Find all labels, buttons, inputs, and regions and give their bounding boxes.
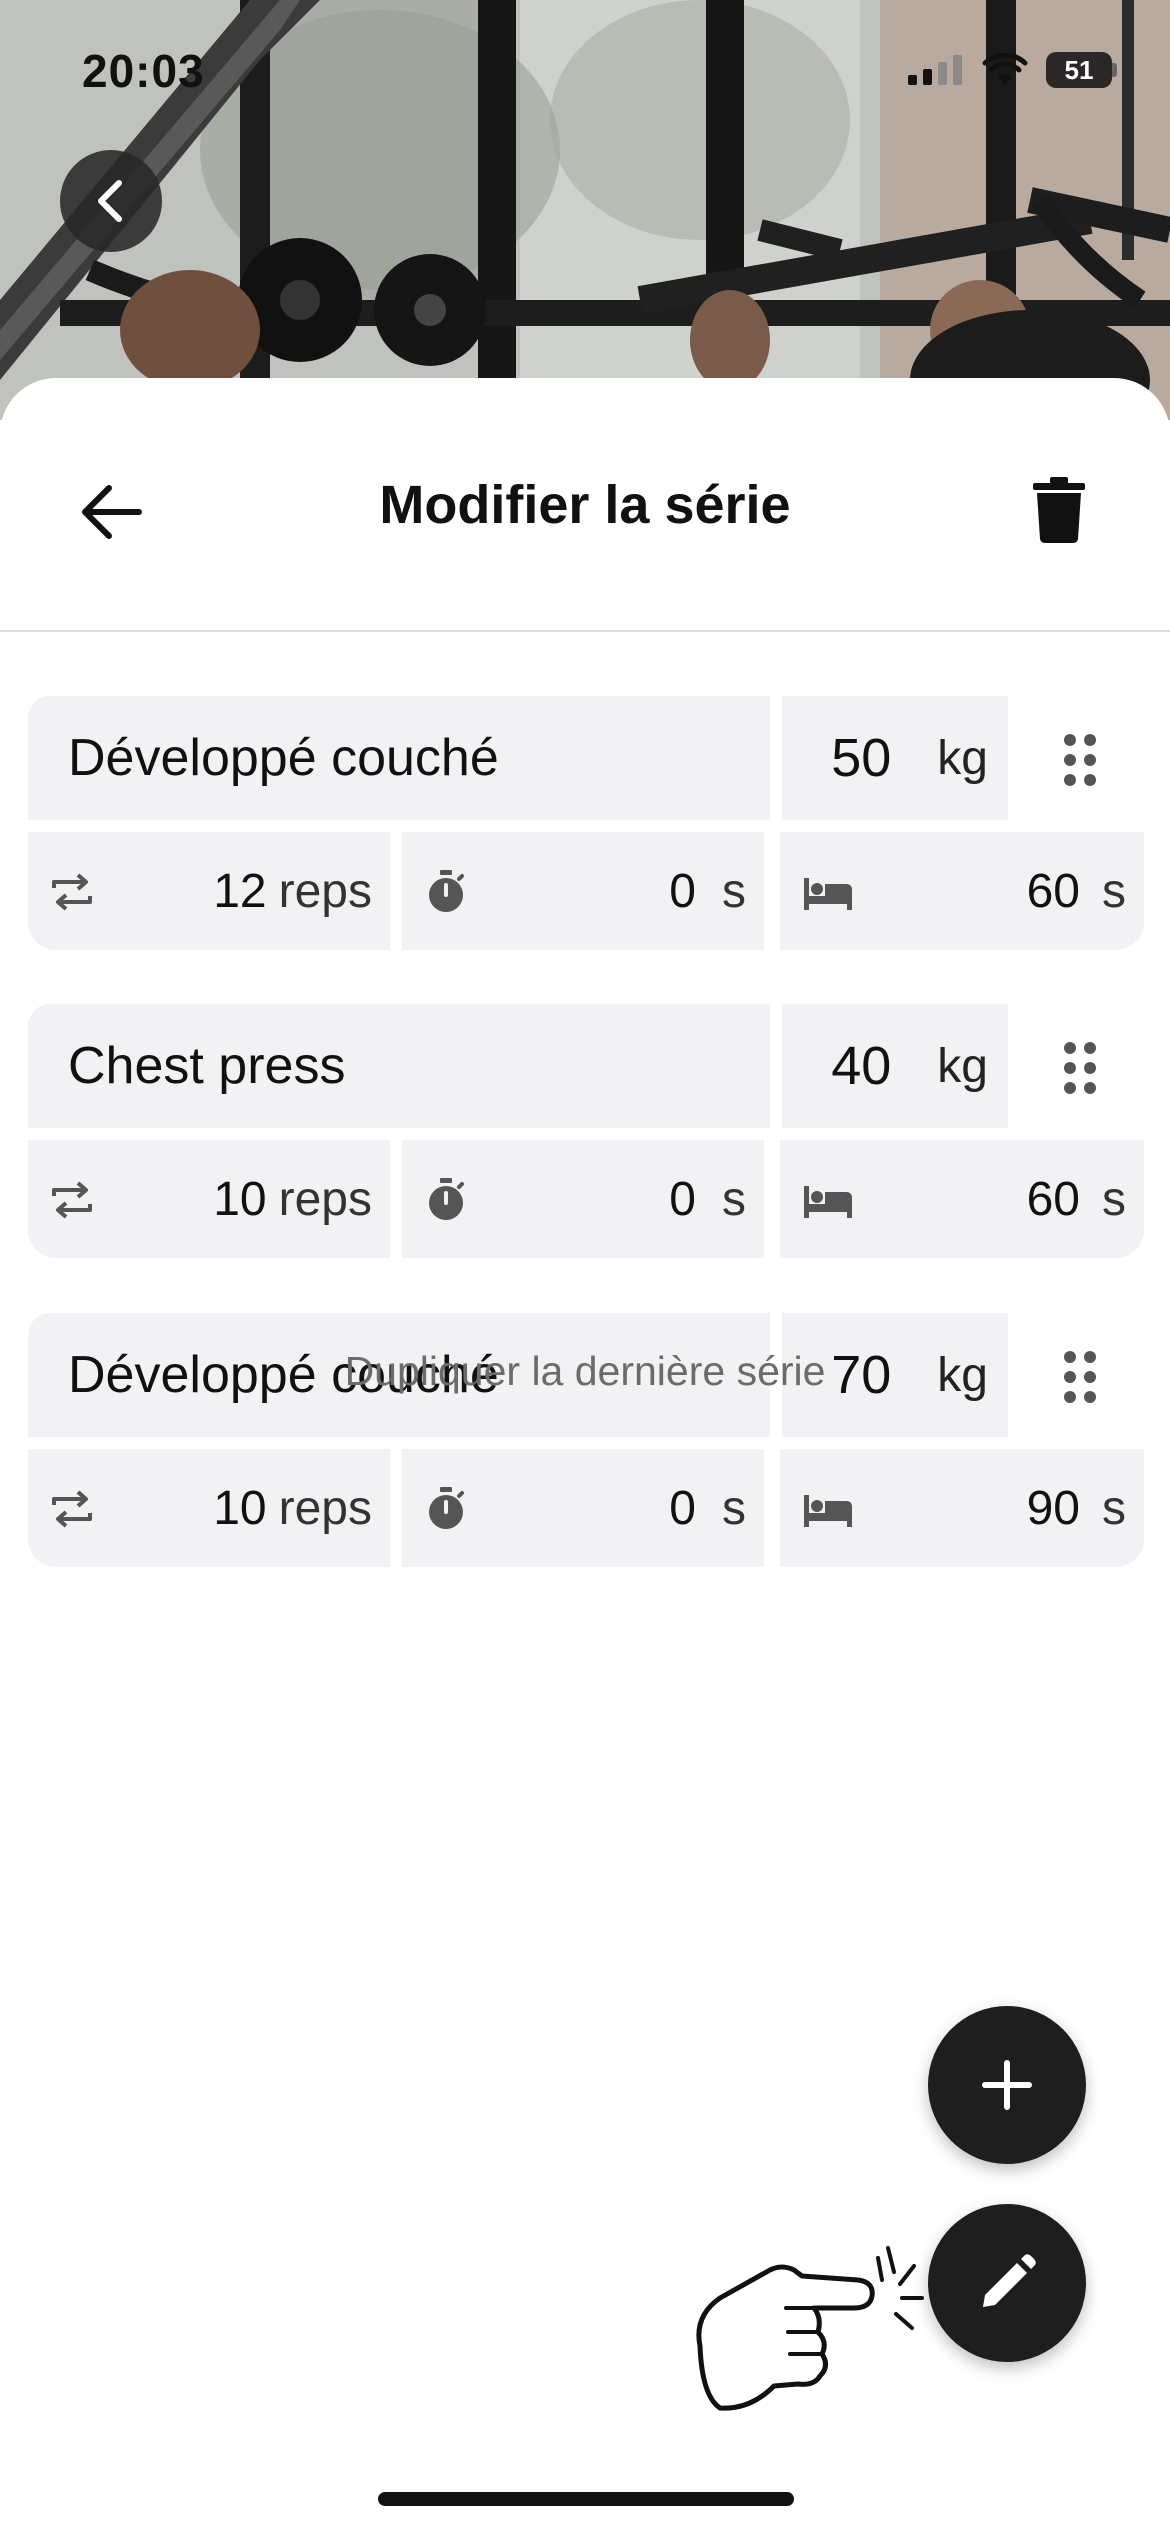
repeat-icon — [52, 873, 92, 911]
duration-field[interactable]: 0 s — [402, 1449, 764, 1567]
bed-icon — [804, 878, 852, 910]
weight-value: 40 — [831, 1036, 892, 1096]
tap-hand-icon — [696, 2246, 924, 2411]
battery-level: 51 — [1064, 55, 1094, 85]
exercise-card: Chest press 40 kg 10 reps 0 s 60 s — [28, 1004, 1144, 1258]
duration-unit: s — [722, 1481, 746, 1535]
reps-value: 10 — [213, 1481, 267, 1535]
duration-value: 0 — [669, 1481, 696, 1535]
home-indicator — [378, 2492, 794, 2506]
page-title: Modifier la série — [379, 475, 791, 535]
reps-unit: reps — [278, 1172, 372, 1226]
reps-unit: reps — [278, 864, 372, 918]
exercise-name: Chest press — [68, 1037, 346, 1095]
rest-value: 60 — [1026, 864, 1080, 918]
delete-button[interactable] — [1024, 468, 1094, 552]
duration-unit: s — [722, 864, 746, 918]
reps-field[interactable]: 12 reps — [28, 832, 390, 950]
reps-unit: reps — [278, 1481, 372, 1535]
weight-field[interactable]: 40 kg — [782, 1004, 1008, 1128]
trash-icon — [1033, 477, 1085, 543]
weight-unit: kg — [937, 731, 988, 785]
chevron-left-icon — [98, 180, 122, 222]
sheet-header: Modifier la série — [0, 378, 1170, 632]
status-icons: 51 — [908, 50, 1118, 90]
stopwatch-icon — [429, 1487, 464, 1529]
reps-value: 10 — [213, 1172, 267, 1226]
duplicate-last-set-button[interactable]: Dupliquer la dernière série — [0, 1348, 1170, 1395]
exercise-name-field[interactable]: Chest press — [28, 1004, 770, 1128]
repeat-icon — [52, 1490, 92, 1528]
rest-value: 60 — [1026, 1172, 1080, 1226]
pencil-icon — [983, 2254, 1036, 2307]
add-exercise-button[interactable] — [928, 2006, 1086, 2164]
wifi-icon — [982, 53, 1028, 85]
rest-unit: s — [1102, 1481, 1126, 1535]
bed-icon — [804, 1495, 852, 1527]
status-time: 20:03 — [82, 45, 205, 97]
weight-field[interactable]: 50 kg — [782, 696, 1008, 820]
stopwatch-icon — [429, 870, 464, 912]
weight-value: 50 — [831, 728, 892, 788]
duration-field[interactable]: 0 s — [402, 832, 764, 950]
reps-field[interactable]: 10 reps — [28, 1449, 390, 1567]
battery-icon: 51 — [1046, 52, 1118, 88]
duration-field[interactable]: 0 s — [402, 1140, 764, 1258]
signal-icon — [908, 55, 962, 85]
repeat-icon — [52, 1181, 92, 1219]
rest-value: 90 — [1026, 1481, 1080, 1535]
exercise-name-field[interactable]: Développé couché — [28, 696, 770, 820]
duration-unit: s — [722, 1172, 746, 1226]
duration-value: 0 — [669, 1172, 696, 1226]
bed-icon — [804, 1186, 852, 1218]
rest-unit: s — [1102, 864, 1126, 918]
rest-unit: s — [1102, 1172, 1126, 1226]
exercise-card: Développé couché 50 kg 12 reps 0 s 60 s — [28, 696, 1144, 950]
photo-back-button[interactable] — [60, 150, 162, 252]
plus-icon — [982, 2060, 1032, 2110]
drag-handle-icon[interactable] — [1062, 1040, 1098, 1096]
weight-unit: kg — [937, 1039, 988, 1093]
stopwatch-icon — [429, 1178, 464, 1220]
exercise-name: Développé couché — [68, 729, 499, 787]
drag-handle-icon[interactable] — [1062, 732, 1098, 788]
rest-field[interactable]: 60 s — [780, 832, 1144, 950]
rest-field[interactable]: 60 s — [780, 1140, 1144, 1258]
duration-value: 0 — [669, 864, 696, 918]
reps-field[interactable]: 10 reps — [28, 1140, 390, 1258]
edit-button[interactable] — [928, 2204, 1086, 2362]
rest-field[interactable]: 90 s — [780, 1449, 1144, 1567]
reps-value: 12 — [213, 864, 267, 918]
